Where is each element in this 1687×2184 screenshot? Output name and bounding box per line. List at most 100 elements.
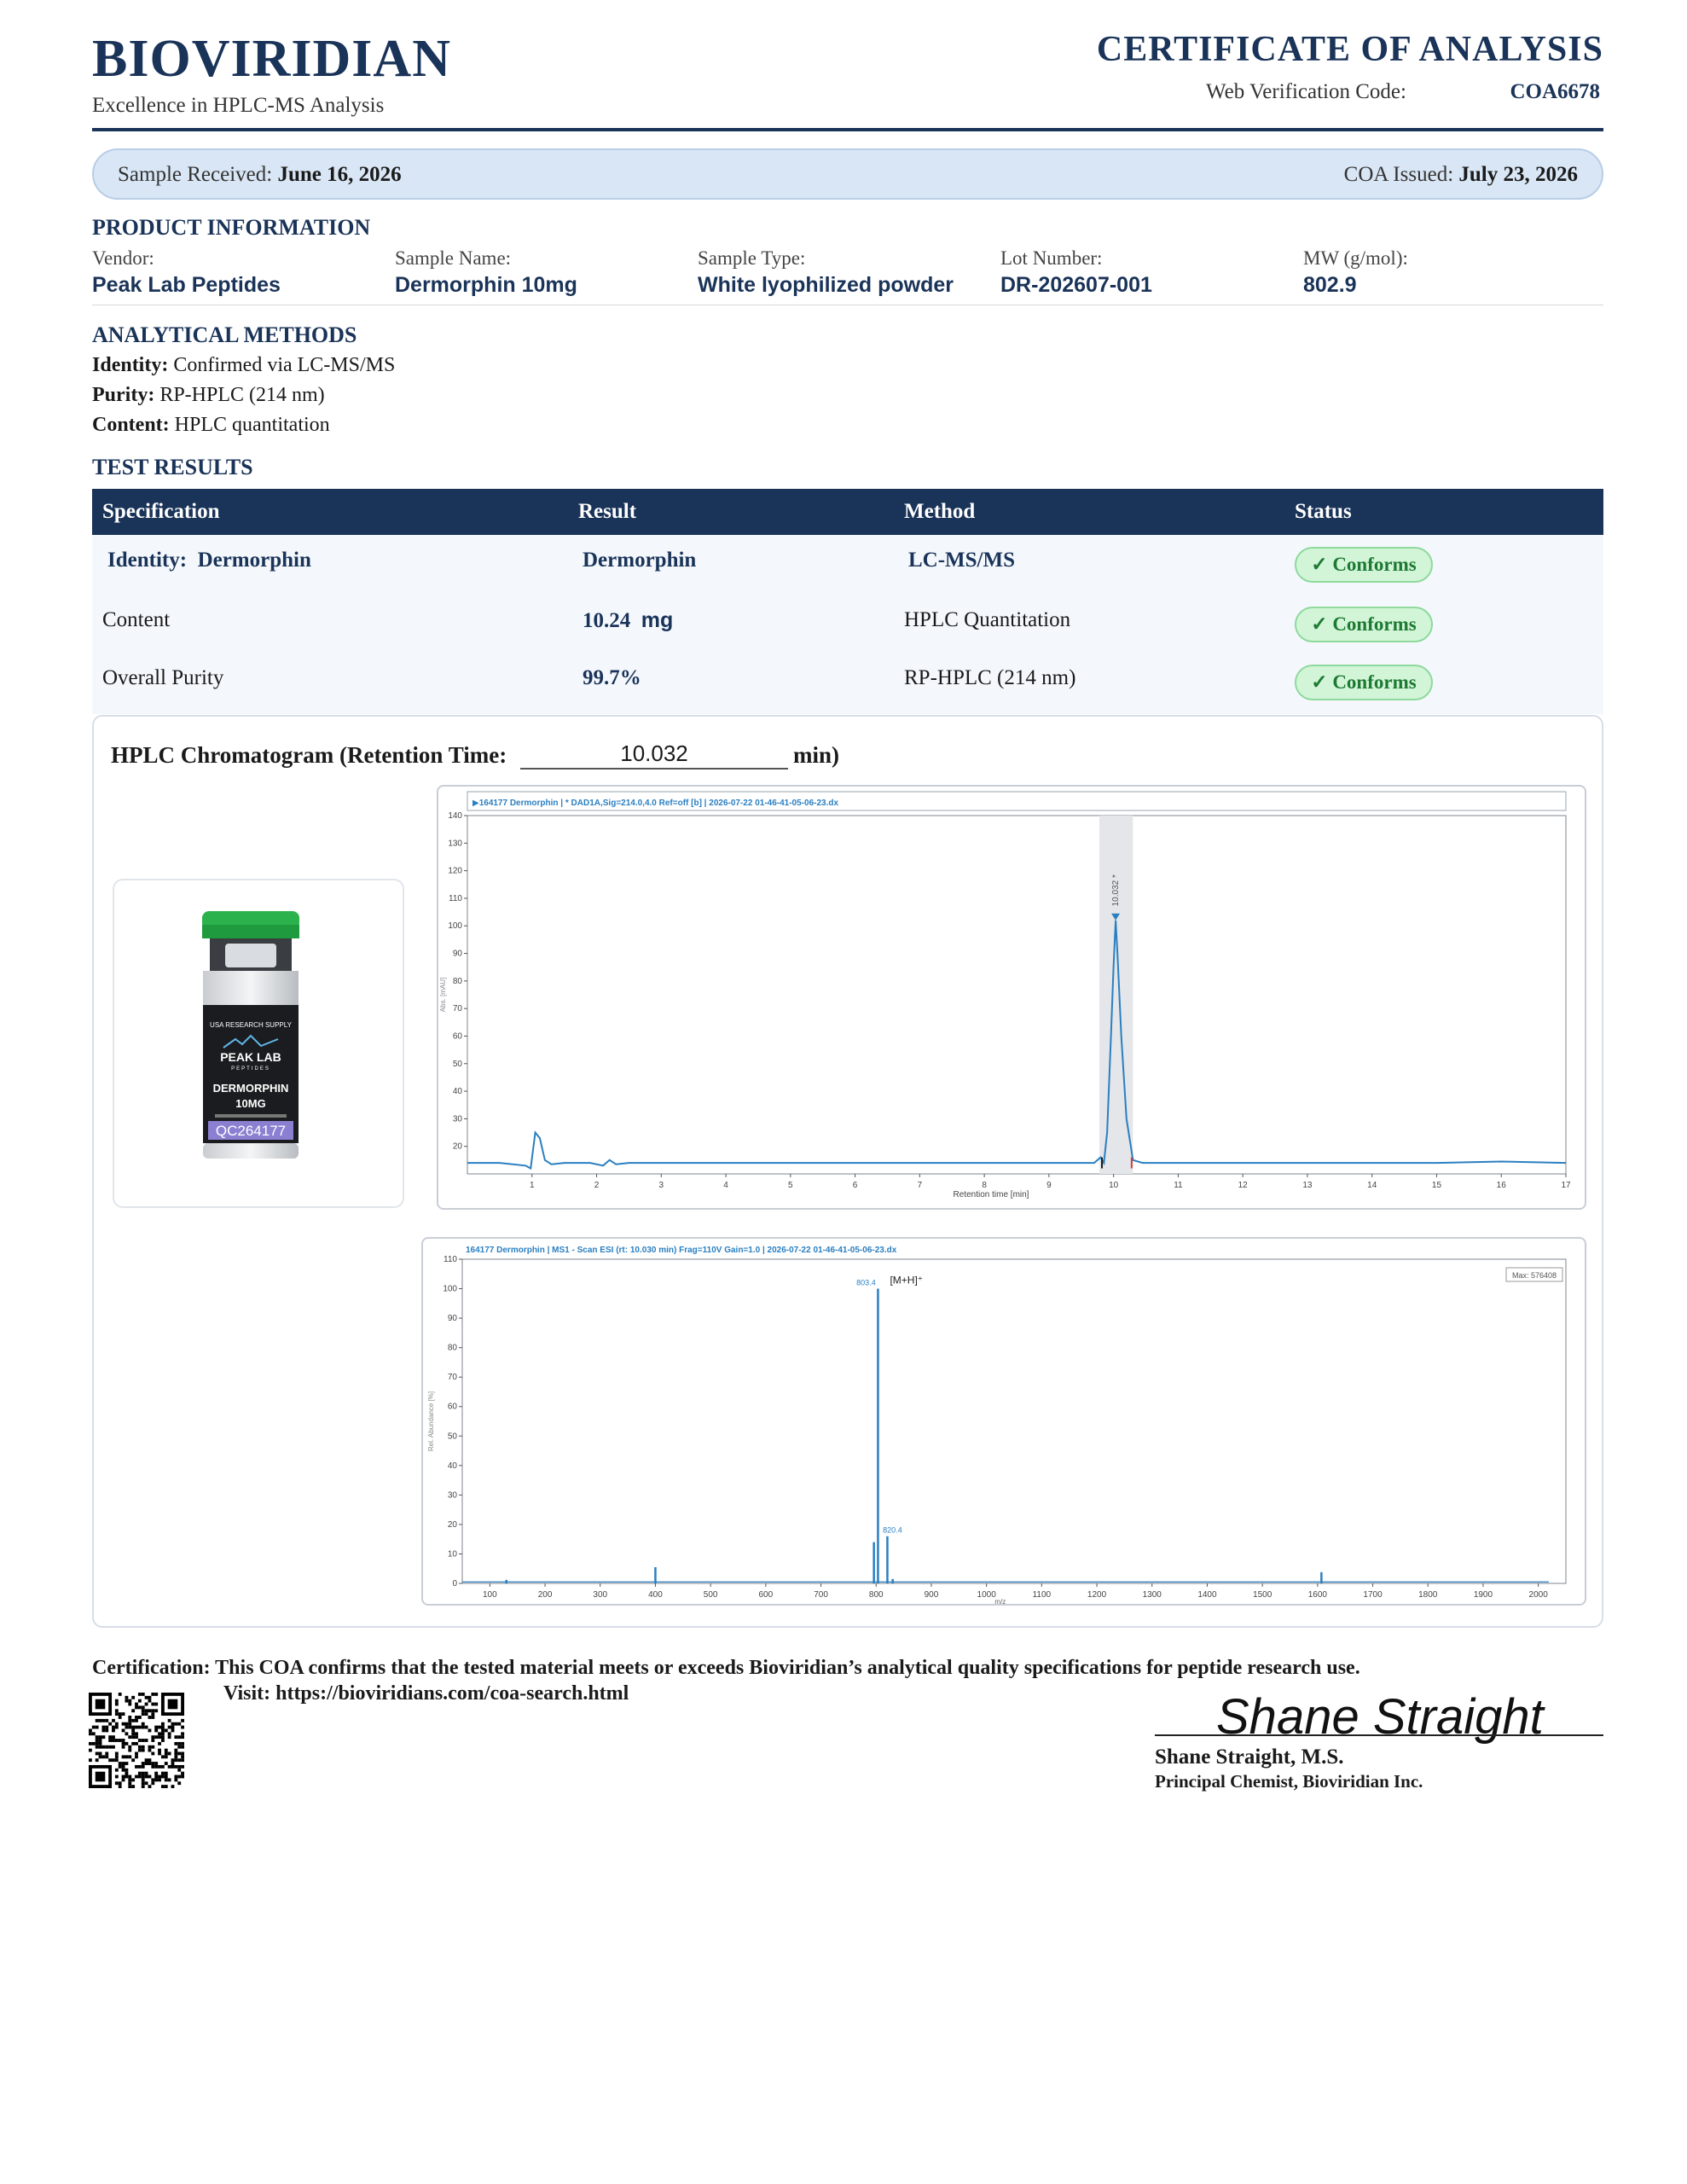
y-tick-label: 20: [448, 1520, 458, 1530]
y-tick-label: 40: [448, 1461, 458, 1471]
qr-module: [131, 1709, 136, 1713]
check-icon: ✓: [1311, 613, 1328, 635]
y-tick-label: 100: [443, 1285, 457, 1294]
qr-module: [118, 1712, 122, 1716]
qr-module: [114, 1709, 119, 1713]
qr-module: [131, 1741, 136, 1745]
qr-module: [141, 1745, 145, 1749]
qr-module: [160, 1722, 165, 1726]
x-tick-label: 7: [918, 1181, 923, 1190]
qr-module: [128, 1778, 132, 1782]
qr-module: [131, 1725, 136, 1729]
peak-highlight-band: [1099, 816, 1133, 1174]
qr-module: [174, 1748, 178, 1752]
field-value: 802.9: [1303, 273, 1357, 297]
qr-module: [89, 1741, 92, 1745]
qr-module: [144, 1709, 148, 1713]
y-tick-label: 110: [443, 1255, 457, 1264]
qr-module: [164, 1778, 168, 1782]
qr-module: [98, 1735, 102, 1740]
qr-module: [151, 1764, 155, 1769]
status-badge: ✓ Conforms: [1295, 547, 1433, 583]
qr-module: [135, 1755, 138, 1759]
sample-received-value: June 16, 2026: [277, 163, 402, 186]
ms-chart-frame: 164177 Dermorphin | MS1 - Scan ESI (rt: …: [421, 1237, 1586, 1606]
x-tick-label: 400: [648, 1590, 663, 1600]
qr-module: [164, 1785, 168, 1788]
spec-cell: Identity: Dermorphin: [107, 549, 311, 572]
hplc-chromatogram-chart: ▶164177 Dermorphin | * DAD1A,Sig=214.0,4…: [439, 791, 1571, 1199]
qr-module: [160, 1739, 165, 1742]
peak-label: 803.4: [856, 1279, 876, 1287]
product-vial-card: USA RESEARCH SUPPLY PEAK LAB PEPTIDES DE…: [113, 879, 404, 1208]
method-cell: RP-HPLC (214 nm): [904, 666, 1076, 689]
x-tick-label: 800: [869, 1590, 884, 1600]
brand-tagline: Excellence in HPLC-MS Analysis: [92, 94, 385, 117]
qr-module: [151, 1745, 155, 1749]
x-tick-label: 900: [925, 1590, 939, 1600]
qr-module: [121, 1755, 125, 1759]
qr-module: [164, 1751, 168, 1756]
qr-module: [174, 1735, 178, 1740]
max-intensity-label: Max: 576408: [1512, 1271, 1557, 1280]
certificate-page: BIOVIRIDIAN Excellence in HPLC-MS Analys…: [0, 0, 1687, 2184]
y-tick-label: 70: [448, 1373, 458, 1382]
field-value: White lyophilized powder: [698, 273, 954, 297]
qr-module: [112, 1725, 115, 1729]
qr-module: [121, 1768, 125, 1772]
result-cell: 10.24 mg: [583, 608, 673, 633]
field-label: MW (g/mol):: [1303, 247, 1408, 269]
qr-module: [167, 1764, 171, 1769]
qr-module: [181, 1774, 184, 1779]
qr-module: [141, 1774, 145, 1779]
method-value: RP-HPLC (214 nm): [159, 384, 325, 406]
qr-module: [112, 1758, 115, 1763]
qr-module: [174, 1741, 178, 1745]
result-cell: Dermorphin: [583, 549, 697, 572]
x-tick-label: 600: [759, 1590, 774, 1600]
qr-module: [114, 1781, 119, 1786]
qr-module: [151, 1712, 155, 1716]
qr-code-icon[interactable]: [89, 1693, 184, 1788]
qr-module: [164, 1755, 168, 1759]
qr-module: [95, 1739, 99, 1742]
brand-logo-text: BIOVIRIDIAN: [92, 30, 451, 88]
qr-module: [171, 1764, 175, 1769]
qr-module: [151, 1762, 155, 1765]
x-tick-label: 17: [1561, 1181, 1571, 1190]
qr-module: [118, 1762, 122, 1765]
status-text: Conforms: [1332, 554, 1417, 575]
qr-module: [137, 1745, 142, 1749]
coa-issued: COA Issued: July 23, 2026: [1344, 163, 1578, 187]
qr-module: [89, 1732, 92, 1736]
qr-module: [121, 1722, 125, 1726]
vial-logo-top: PEAK LAB: [220, 1050, 281, 1064]
qr-module: [128, 1745, 132, 1749]
qr-module: [154, 1709, 159, 1713]
methods-heading: ANALYTICAL METHODS: [92, 322, 357, 347]
vial-strength: 10MG: [235, 1097, 265, 1110]
qr-module: [154, 1774, 159, 1779]
y-tick-label: 120: [448, 867, 462, 876]
qr-module: [154, 1735, 159, 1740]
qr-module: [121, 1764, 125, 1769]
signature-script: Shane Straight: [1216, 1689, 1546, 1745]
y-tick-label: 110: [449, 894, 462, 903]
qr-module: [135, 1718, 138, 1722]
qr-module: [141, 1705, 145, 1710]
qr-module: [158, 1725, 161, 1729]
qr-module: [118, 1785, 122, 1788]
verification-url[interactable]: Visit: https://bioviridians.com/coa-sear…: [223, 1682, 629, 1705]
qr-module: [128, 1699, 132, 1703]
qr-module: [148, 1699, 152, 1703]
qr-module: [118, 1693, 122, 1696]
qr-module: [148, 1695, 152, 1699]
qr-module: [125, 1725, 129, 1729]
x-tick-label: 1600: [1308, 1590, 1328, 1600]
qr-module: [154, 1702, 159, 1706]
qr-module: [151, 1716, 155, 1719]
vial-fine-print: [215, 1114, 287, 1118]
qr-module: [128, 1755, 132, 1759]
qr-module: [141, 1771, 145, 1775]
qr-module: [125, 1762, 129, 1765]
